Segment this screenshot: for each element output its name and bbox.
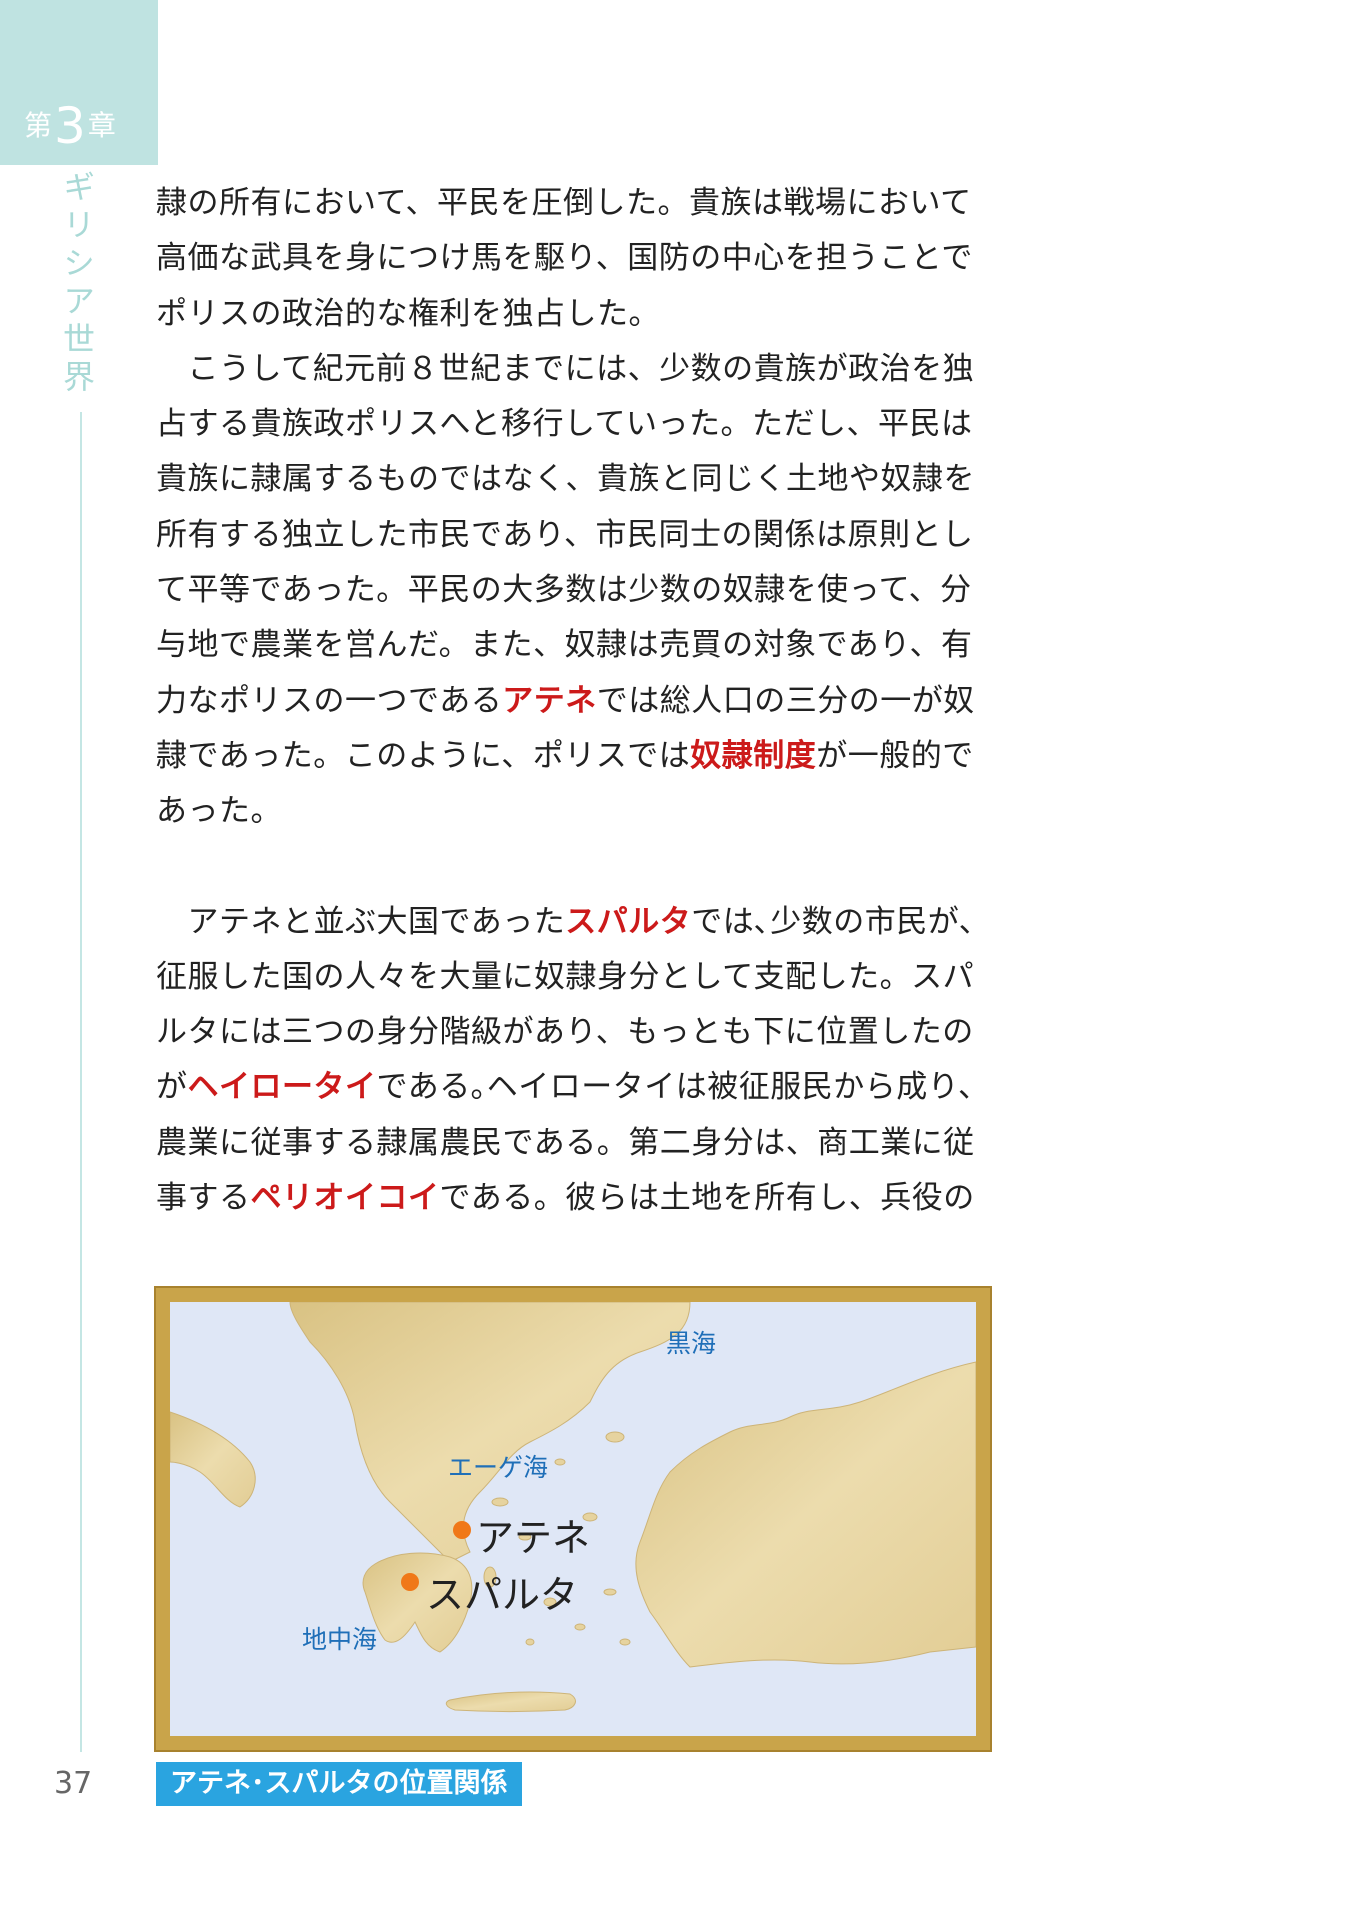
p3-text-a: アテネと並ぶ大国であった [156,903,566,940]
label-black-sea: 黒海 [666,1329,717,1358]
keyword-sparta: スパルタ [565,903,692,940]
keyword-helots: ヘイロータイ [187,1069,377,1106]
keyword-slavery-system: 奴隷制度 [690,737,817,774]
p3-text-d: である。彼らは土地を所有し、兵役の [439,1180,975,1217]
paragraph-2: こうして紀元前８世紀までには、少数の貴族が政治を独占する貴族政ポリスへと移行して… [156,342,996,840]
label-sparta: スパルタ [426,1573,579,1617]
chapter-prefix: 第 [24,109,53,142]
keyword-athens: アテネ [502,682,597,719]
map-figure: 黒海 エーゲ海 地中海 アテネ スパルタ [156,1288,990,1750]
p2-text-a: こうして紀元前８世紀までには、少数の貴族が政治を独占する貴族政ポリスへと移行して… [156,350,975,719]
page-number: 37 [54,1766,93,1801]
keyword-perioikoi: ペリオイコイ [250,1180,440,1217]
p1-text: 隷の所有において、平民を圧倒した。貴族は戦場において高価な武具を身につけ馬を駆り… [156,185,973,332]
sparta-marker [401,1573,419,1591]
paragraph-1: 隷の所有において、平民を圧倒した。貴族は戦場において高価な武具を身につけ馬を駆り… [156,176,996,342]
chapter-label: 第3章 [24,101,116,151]
paragraph-3: アテネと並ぶ大国であったスパルタでは､少数の市民が、征服した国の人々を大量に奴隷… [156,895,996,1227]
label-aegean-sea: エーゲ海 [448,1453,549,1482]
chapter-suffix: 章 [87,109,116,142]
body-text: 隷の所有において、平民を圧倒した。貴族は戦場において高価な武具を身につけ馬を駆り… [156,176,996,1226]
chapter-title: ギリシア世界 [58,170,96,398]
chapter-tab: 第3章 [0,0,158,165]
label-athens: アテネ [476,1516,591,1560]
label-mediterranean: 地中海 [302,1625,378,1654]
margin-rule [80,412,82,1752]
figure-caption: アテネ･スパルタの位置関係 [156,1762,522,1806]
athens-marker [453,1521,471,1539]
chapter-number: 3 [54,97,86,155]
